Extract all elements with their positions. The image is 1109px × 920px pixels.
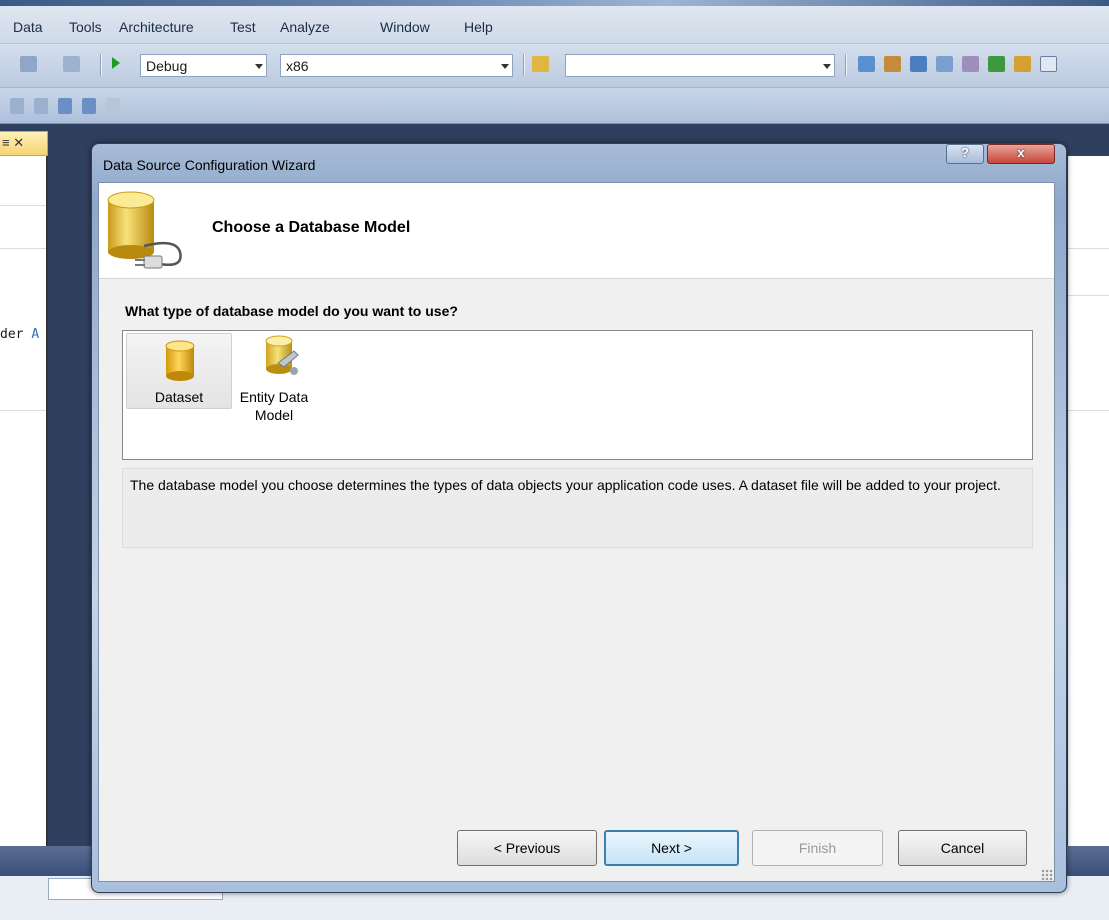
dataset-icon bbox=[165, 340, 195, 381]
editor-divider bbox=[0, 248, 48, 249]
menu-bar: Data Tools Architecture Test Analyze Win… bbox=[0, 6, 1109, 44]
resize-grip-icon[interactable] bbox=[1041, 869, 1053, 881]
toolbox-icon[interactable] bbox=[936, 56, 953, 72]
toolbar-separator bbox=[100, 54, 101, 76]
next-button[interactable]: Next > bbox=[604, 830, 739, 866]
solution-config-combo[interactable]: Debug bbox=[140, 54, 267, 77]
model-description-text: The database model you choose determines… bbox=[130, 477, 1001, 493]
help-button[interactable]: ? bbox=[946, 144, 984, 164]
uncomment-icon[interactable] bbox=[34, 98, 48, 114]
page-title: Choose a Database Model bbox=[212, 219, 411, 236]
redo-icon[interactable] bbox=[63, 56, 80, 72]
editor-divider bbox=[1068, 295, 1109, 296]
chevron-down-icon bbox=[501, 64, 509, 69]
editor-divider bbox=[0, 410, 48, 411]
next-bookmark-icon[interactable] bbox=[82, 98, 96, 114]
editor-divider bbox=[1068, 410, 1109, 411]
cancel-button[interactable]: Cancel bbox=[898, 830, 1027, 866]
code-line: der A bbox=[0, 327, 39, 342]
entity-data-model-icon bbox=[265, 335, 299, 375]
option-entity-data-model[interactable]: Entity Data Model bbox=[238, 333, 310, 433]
extension-manager-icon[interactable] bbox=[962, 56, 979, 72]
toolbar-separator bbox=[523, 54, 524, 76]
code-keyword: A bbox=[31, 327, 40, 342]
document-tab[interactable]: ≡ ✕ bbox=[0, 131, 48, 156]
editor-border bbox=[46, 156, 48, 920]
platform-combo[interactable]: x86 bbox=[280, 54, 513, 77]
code-editor-pane bbox=[0, 156, 48, 846]
solution-explorer-icon[interactable] bbox=[858, 56, 875, 72]
solution-config-value: Debug bbox=[146, 58, 188, 74]
class-view-icon[interactable] bbox=[1014, 56, 1031, 72]
properties-icon[interactable] bbox=[884, 56, 901, 72]
menu-test[interactable]: Test bbox=[230, 19, 256, 35]
command-window-icon[interactable] bbox=[1040, 56, 1057, 72]
clear-bookmarks-icon[interactable] bbox=[106, 98, 120, 114]
toolbar-separator bbox=[845, 54, 846, 76]
undo-icon[interactable] bbox=[20, 56, 37, 72]
previous-button[interactable]: < Previous bbox=[457, 830, 597, 866]
close-button[interactable]: x bbox=[987, 144, 1055, 164]
code-text: der bbox=[0, 327, 24, 342]
object-browser-icon[interactable] bbox=[910, 56, 927, 72]
menu-tools[interactable]: Tools bbox=[69, 19, 102, 35]
editor-divider bbox=[1068, 248, 1109, 249]
chevron-down-icon bbox=[255, 64, 263, 69]
find-in-files-icon[interactable] bbox=[532, 56, 549, 72]
menu-data[interactable]: Data bbox=[13, 19, 43, 35]
model-description: The database model you choose determines… bbox=[122, 468, 1033, 548]
start-debugging-icon[interactable] bbox=[112, 57, 120, 69]
menu-architecture[interactable]: Architecture bbox=[119, 19, 194, 35]
designer-pane bbox=[1068, 156, 1109, 846]
bookmark-icon[interactable] bbox=[58, 98, 72, 114]
menu-analyze[interactable]: Analyze bbox=[280, 19, 330, 35]
finish-button[interactable]: Finish bbox=[752, 830, 883, 866]
chevron-down-icon bbox=[823, 64, 831, 69]
menu-window[interactable]: Window bbox=[380, 19, 430, 35]
database-connection-icon bbox=[107, 191, 182, 269]
comment-icon[interactable] bbox=[10, 98, 24, 114]
menu-help[interactable]: Help bbox=[464, 19, 493, 35]
option-dataset[interactable]: Dataset bbox=[126, 333, 232, 409]
platform-value: x86 bbox=[286, 58, 309, 74]
start-page-icon[interactable] bbox=[988, 56, 1005, 72]
text-editor-toolbar bbox=[0, 88, 1109, 124]
option-dataset-label: Dataset bbox=[154, 389, 204, 405]
wizard-title: Data Source Configuration Wizard bbox=[103, 157, 316, 173]
find-combo[interactable] bbox=[565, 54, 835, 77]
editor-divider bbox=[0, 205, 48, 206]
standard-toolbar: Debug x86 bbox=[0, 44, 1109, 88]
option-entity-data-model-label: Entity Data Model bbox=[239, 389, 309, 423]
database-model-question: What type of database model do you want … bbox=[125, 303, 458, 319]
